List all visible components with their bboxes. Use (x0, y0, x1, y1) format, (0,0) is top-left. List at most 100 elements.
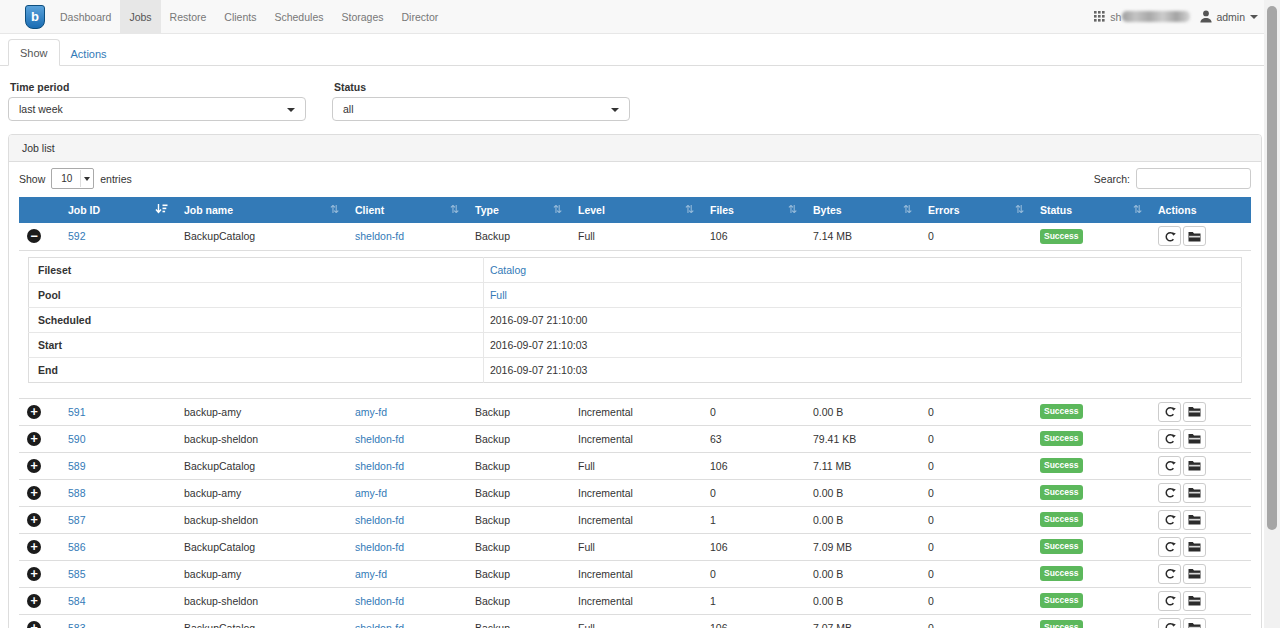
rerun-job-button[interactable] (1158, 483, 1181, 503)
detail-row-fileset: FilesetCatalog (29, 257, 1242, 282)
expand-row-icon[interactable]: + (27, 459, 41, 473)
rerun-job-button[interactable] (1158, 510, 1181, 530)
client-link[interactable]: amy-fd (355, 568, 387, 580)
job-id-link[interactable]: 591 (68, 406, 86, 418)
column-header-client[interactable]: Client⇅ (347, 197, 467, 223)
column-header-job-id[interactable]: Job ID (60, 197, 176, 223)
job-log-button[interactable] (1183, 510, 1206, 530)
column-header-files[interactable]: Files⇅ (702, 197, 805, 223)
job-id-link[interactable]: 585 (68, 568, 86, 580)
client-link[interactable]: sheldon-fd (355, 433, 404, 445)
job-log-button[interactable] (1183, 591, 1206, 611)
rerun-job-button[interactable] (1158, 618, 1181, 628)
cell-actions (1150, 533, 1251, 560)
job-log-button[interactable] (1183, 456, 1206, 476)
job-id-link[interactable]: 586 (68, 541, 86, 553)
bareos-logo: b (25, 5, 45, 29)
job-log-button[interactable] (1183, 618, 1206, 628)
cell-actions (1150, 398, 1251, 425)
rerun-job-button[interactable] (1158, 402, 1181, 422)
nav-item-jobs[interactable]: Jobs (120, 0, 160, 33)
rerun-job-button[interactable] (1158, 537, 1181, 557)
expand-row-icon[interactable]: + (27, 567, 41, 581)
time-period-select[interactable]: last week (8, 97, 306, 121)
expand-row-icon[interactable]: + (27, 621, 41, 628)
column-header-status[interactable]: Status⇅ (1032, 197, 1150, 223)
job-id-link[interactable]: 589 (68, 460, 86, 472)
client-link[interactable]: sheldon-fd (355, 514, 404, 526)
column-header-errors[interactable]: Errors⇅ (920, 197, 1032, 223)
client-link[interactable]: sheldon-fd (355, 622, 404, 628)
cell-files: 1 (702, 587, 805, 614)
client-link[interactable]: amy-fd (355, 487, 387, 499)
search-input[interactable] (1136, 168, 1251, 189)
client-link[interactable]: amy-fd (355, 406, 387, 418)
hostname-text[interactable]: sh (1110, 11, 1121, 23)
nav-item-director[interactable]: Director (393, 0, 448, 33)
cell-files: 0 (702, 560, 805, 587)
scrollbar-track[interactable] (1264, 0, 1280, 628)
job-log-button[interactable] (1183, 483, 1206, 503)
job-id-link[interactable]: 588 (68, 487, 86, 499)
scrollbar-thumb[interactable] (1267, 6, 1277, 530)
detail-value: 2016-09-07 21:10:00 (483, 307, 1241, 332)
job-log-button[interactable] (1183, 429, 1206, 449)
rerun-job-button[interactable] (1158, 226, 1181, 246)
nav-item-dashboard[interactable]: Dashboard (51, 0, 120, 33)
column-header-job-name[interactable]: Job name⇅ (176, 197, 347, 223)
cell-expand: + (19, 479, 60, 506)
client-link[interactable]: sheldon-fd (355, 541, 404, 553)
collapse-row-icon[interactable]: − (27, 229, 41, 243)
job-id-link[interactable]: 592 (68, 230, 86, 242)
expand-row-icon[interactable]: + (27, 486, 41, 500)
cell-status: Success (1032, 614, 1150, 628)
detail-value-link[interactable]: Catalog (490, 264, 526, 276)
expand-row-icon[interactable]: + (27, 513, 41, 527)
sort-both-icon: ⇅ (1015, 203, 1024, 216)
time-period-group: Time period last week (8, 81, 306, 121)
rerun-job-button[interactable] (1158, 429, 1181, 449)
job-log-button[interactable] (1183, 402, 1206, 422)
cell-type: Backup (467, 587, 570, 614)
tab-actions[interactable]: Actions (60, 41, 118, 66)
job-id-link[interactable]: 590 (68, 433, 86, 445)
client-link[interactable]: sheldon-fd (355, 460, 404, 472)
expand-row-icon[interactable]: + (27, 594, 41, 608)
brand[interactable]: b (0, 0, 51, 33)
job-detail-row: FilesetCatalogPoolFullScheduled2016-09-0… (19, 250, 1251, 398)
user-menu[interactable]: admin (1216, 11, 1245, 23)
cell-job-name: backup-amy (176, 398, 347, 425)
job-id-link[interactable]: 583 (68, 622, 86, 628)
job-log-button[interactable] (1183, 564, 1206, 584)
column-header-type[interactable]: Type⇅ (467, 197, 570, 223)
job-id-link[interactable]: 584 (68, 595, 86, 607)
cell-job-id: 584 (60, 587, 176, 614)
rerun-job-button[interactable] (1158, 456, 1181, 476)
tab-show[interactable]: Show (8, 39, 60, 66)
cell-bytes: 7.14 MB (805, 223, 920, 250)
nav-item-clients[interactable]: Clients (215, 0, 265, 33)
user-icon (1200, 10, 1212, 23)
client-link[interactable]: sheldon-fd (355, 230, 404, 242)
cell-errors: 0 (920, 533, 1032, 560)
detail-value: Catalog (483, 257, 1241, 282)
column-header-bytes[interactable]: Bytes⇅ (805, 197, 920, 223)
select-caret-icon (287, 108, 295, 112)
cell-files: 0 (702, 479, 805, 506)
expand-row-icon[interactable]: + (27, 405, 41, 419)
entries-per-page-select[interactable]: 10 (51, 168, 94, 189)
expand-row-icon[interactable]: + (27, 432, 41, 446)
status-select[interactable]: all (332, 97, 630, 121)
rerun-job-button[interactable] (1158, 564, 1181, 584)
rerun-job-button[interactable] (1158, 591, 1181, 611)
nav-item-storages[interactable]: Storages (332, 0, 392, 33)
nav-item-schedules[interactable]: Schedules (265, 0, 332, 33)
client-link[interactable]: sheldon-fd (355, 595, 404, 607)
job-log-button[interactable] (1183, 537, 1206, 557)
job-log-button[interactable] (1183, 226, 1206, 246)
job-id-link[interactable]: 587 (68, 514, 86, 526)
nav-item-restore[interactable]: Restore (161, 0, 216, 33)
column-header-level[interactable]: Level⇅ (570, 197, 702, 223)
expand-row-icon[interactable]: + (27, 540, 41, 554)
detail-value-link[interactable]: Full (490, 289, 507, 301)
